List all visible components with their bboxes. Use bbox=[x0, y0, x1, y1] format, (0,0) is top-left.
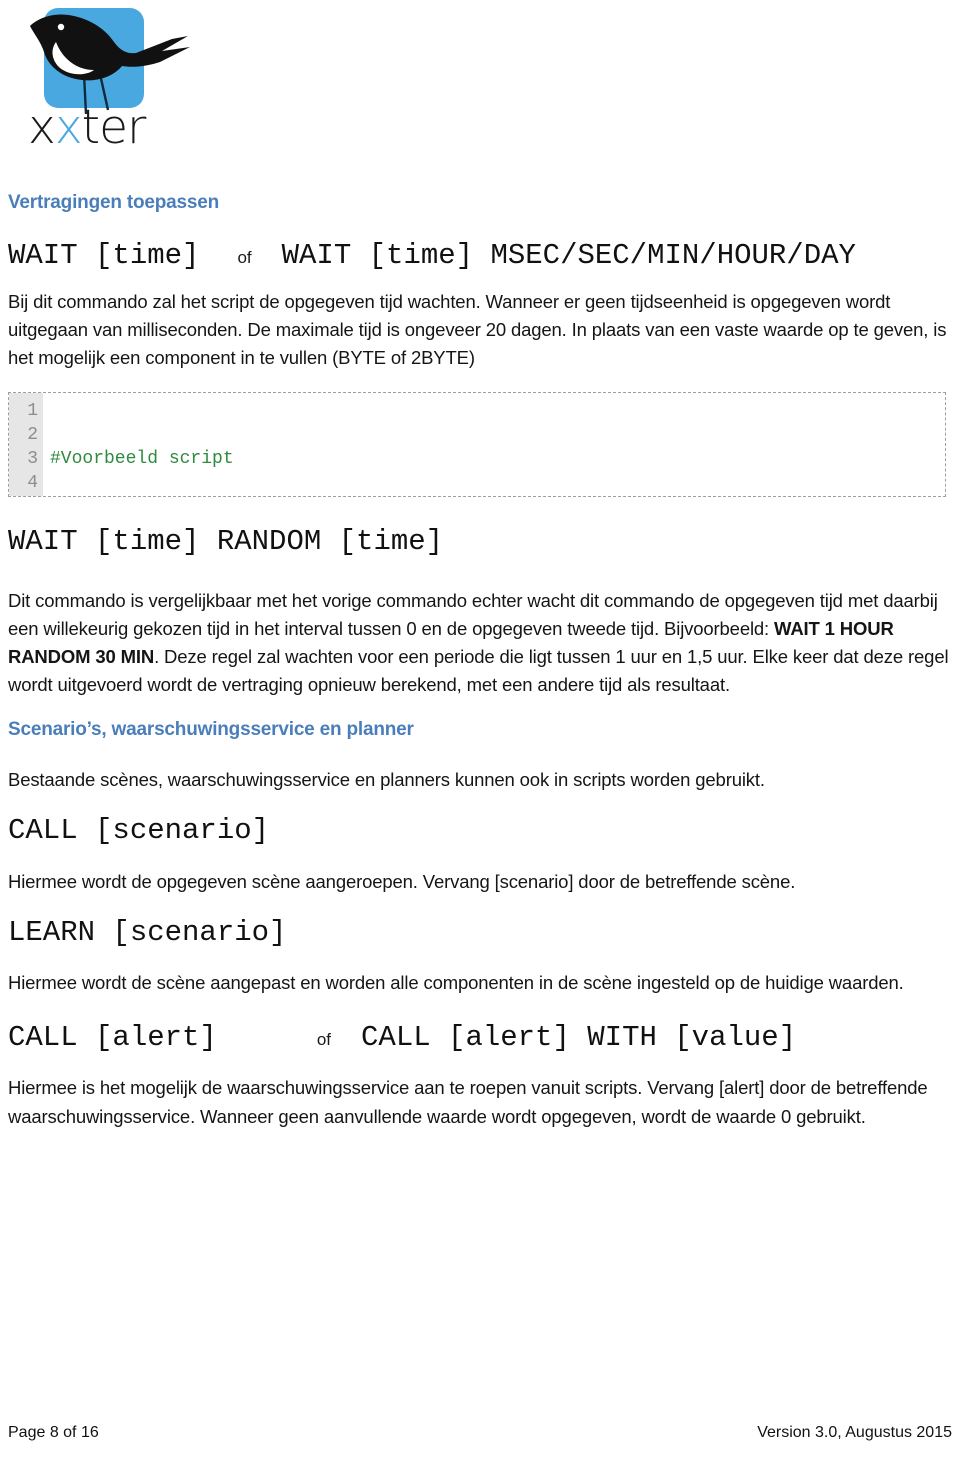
code-line-number: 3 bbox=[27, 449, 38, 470]
command-wait-secondary: WAIT [time] MSEC/SEC/MIN/HOUR/DAY bbox=[281, 238, 856, 272]
command-wait-random-text: WAIT [time] RANDOM [time] bbox=[8, 525, 444, 559]
code-example-block: 1 2 3 4 #Voorbeeld script #De volgende r… bbox=[8, 392, 946, 498]
command-separator-of: of bbox=[316, 1030, 332, 1050]
command-separator-of: of bbox=[237, 247, 252, 267]
command-call-scenario: CALL [scenario] bbox=[8, 814, 952, 847]
heading-vertragingen: Vertragingen toepassen bbox=[8, 192, 220, 213]
logo-wordmark: xxter bbox=[28, 104, 146, 151]
code-line-numbers: 1 2 3 4 bbox=[9, 393, 43, 497]
command-call-alert: CALL [alert] of CALL [alert] WITH [value… bbox=[8, 1021, 952, 1054]
paragraph-call-scenario: Hiermee wordt de opgegeven scène aangero… bbox=[8, 870, 796, 892]
code-line-number: 1 bbox=[27, 401, 38, 422]
document-content: Vertragingen toepassen WAIT [time] of WA… bbox=[8, 192, 952, 1131]
command-wait-random: WAIT [time] RANDOM [time] bbox=[8, 525, 952, 558]
command-wait-time: WAIT [time] of WAIT [time] MSEC/SEC/MIN/… bbox=[8, 239, 952, 272]
heading-scenarios: Scenario’s, waarschuwingsservice en plan… bbox=[8, 719, 414, 741]
page-footer: Page 8 of 16 Version 3.0, Augustus 2015 bbox=[8, 1424, 952, 1442]
paragraph-call-alert: Hiermee is het mogelijk de waarschuwings… bbox=[8, 1077, 928, 1127]
footer-version: Version 3.0, Augustus 2015 bbox=[757, 1424, 952, 1441]
logo-wordmark-right: ter bbox=[81, 100, 147, 155]
command-learn-scenario: LEARN [scenario] bbox=[8, 916, 952, 949]
logo-wordmark-accent: x bbox=[54, 100, 83, 155]
command-call-alert-primary: CALL [alert] bbox=[8, 1021, 217, 1055]
paragraph-scenarios-intro: Bestaande scènes, waarschuwingsservice e… bbox=[8, 769, 765, 791]
logo-wordmark-left: x bbox=[28, 100, 56, 155]
command-call-scenario-text: CALL [scenario] bbox=[8, 814, 270, 848]
code-line-number: 4 bbox=[27, 473, 38, 494]
command-learn-scenario-text: LEARN [scenario] bbox=[8, 915, 287, 949]
code-lines: #Voorbeeld script #De volgende regel wac… bbox=[43, 393, 945, 496]
paragraph-learn-scenario: Hiermee wordt de scène aangepast en word… bbox=[8, 971, 904, 993]
paragraph-wait-random-description: Dit commando is vergelijkbaar met het vo… bbox=[8, 587, 952, 699]
command-call-alert-secondary: CALL [alert] WITH [value] bbox=[361, 1021, 797, 1055]
document-page: xxter Vertragingen toepassen WAIT [time]… bbox=[0, 0, 960, 1466]
paragraph-wait-description: Bij dit commando zal het script de opgeg… bbox=[8, 291, 947, 369]
code-line-number: 2 bbox=[27, 425, 38, 446]
code-line: #Voorbeeld script bbox=[50, 449, 234, 470]
command-wait-primary: WAIT [time] bbox=[8, 238, 200, 272]
footer-page-number: Page 8 of 16 bbox=[8, 1424, 99, 1441]
xxter-logo: xxter bbox=[22, 6, 202, 166]
